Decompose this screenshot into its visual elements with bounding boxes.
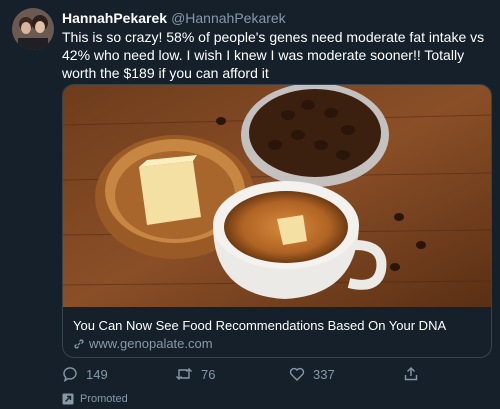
card-url-text: www.genopalate.com xyxy=(89,336,213,351)
share-button[interactable] xyxy=(403,366,419,382)
promoted-text: Promoted xyxy=(80,393,128,405)
like-count: 337 xyxy=(313,366,335,382)
tweet-actions: 149 76 337 xyxy=(62,366,442,386)
link-icon xyxy=(74,338,84,349)
link-card[interactable]: You Can Now See Food Recommendations Bas… xyxy=(62,84,492,358)
heart-icon xyxy=(289,367,305,381)
reply-count: 149 xyxy=(86,366,108,382)
card-url[interactable]: www.genopalate.com xyxy=(73,336,213,351)
card-image[interactable] xyxy=(63,85,491,307)
card-title[interactable]: You Can Now See Food Recommendations Bas… xyxy=(73,318,446,333)
reply-button[interactable]: 149 xyxy=(62,366,108,382)
retweet-count: 76 xyxy=(201,366,216,382)
tweet-text: This is so crazy! 58% of people's genes … xyxy=(62,29,485,81)
promoted-icon xyxy=(62,393,74,405)
retweet-button[interactable]: 76 xyxy=(175,366,215,382)
promoted-label: Promoted xyxy=(62,393,128,405)
like-button[interactable]: 337 xyxy=(289,366,335,382)
retweet-icon xyxy=(176,368,192,380)
display-name[interactable]: HannahPekarek xyxy=(62,10,167,26)
tweet[interactable]: HannahPekarek @HannahPekarek This is so c… xyxy=(0,0,500,409)
user-handle[interactable]: @HannahPekarek xyxy=(171,10,286,26)
reply-icon xyxy=(63,367,77,382)
avatar[interactable] xyxy=(12,8,54,50)
tweet-header: HannahPekarek @HannahPekarek xyxy=(62,10,286,26)
share-icon xyxy=(404,367,418,381)
